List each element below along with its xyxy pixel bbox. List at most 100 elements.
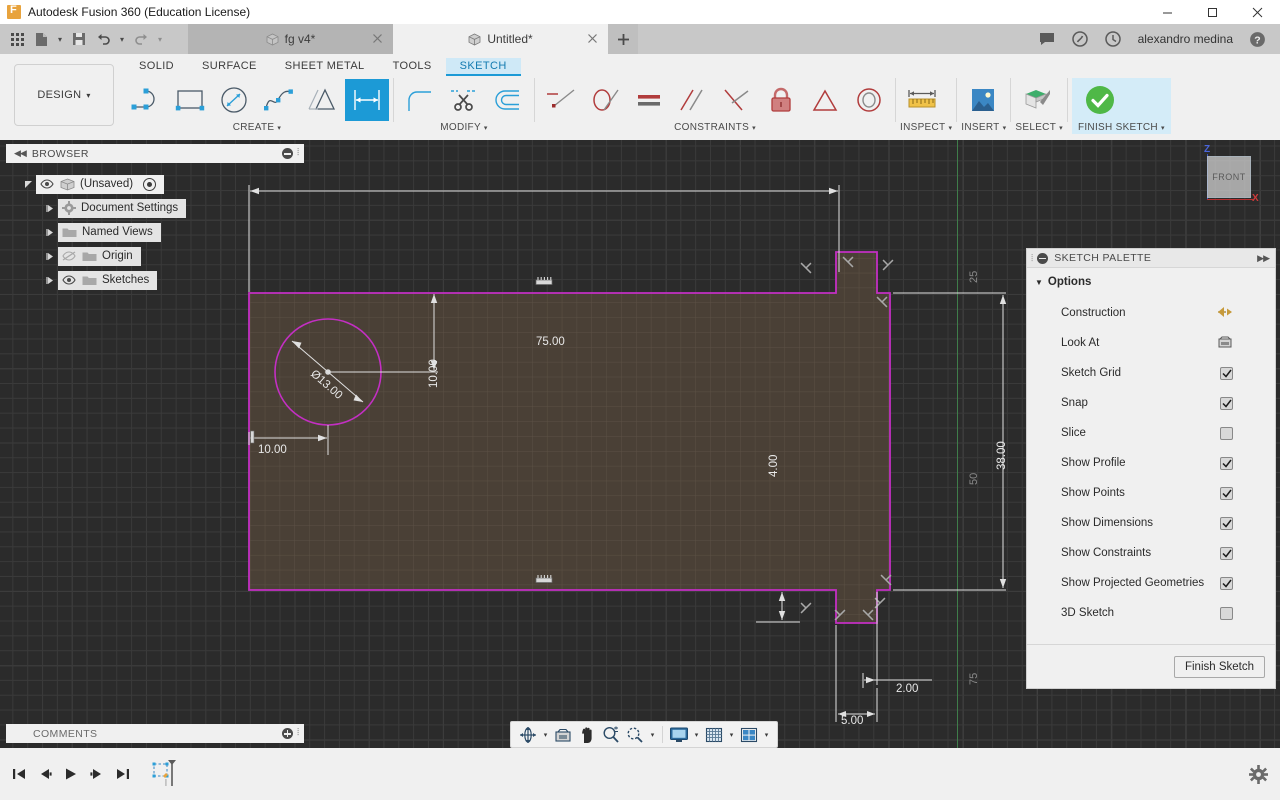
expand-arrow-icon[interactable] bbox=[20, 180, 36, 189]
palette-row-snap[interactable]: Snap bbox=[1027, 388, 1275, 418]
close-icon[interactable] bbox=[585, 31, 600, 46]
dimension-notch-depth[interactable]: 4.00 bbox=[768, 455, 780, 477]
chevron-right-icon[interactable] bbox=[42, 252, 58, 261]
construction-line-icon[interactable] bbox=[1217, 305, 1233, 322]
perpendicular-constraint-icon[interactable] bbox=[715, 79, 759, 121]
tree-item-document-settings[interactable]: Document Settings bbox=[42, 196, 300, 220]
visibility-eye-icon[interactable] bbox=[39, 178, 54, 191]
visibility-eye-off-icon[interactable] bbox=[61, 250, 76, 263]
tree-item-origin[interactable]: Origin bbox=[42, 244, 300, 268]
tab-tools[interactable]: TOOLS bbox=[379, 58, 446, 75]
concentric-constraint-icon[interactable] bbox=[847, 79, 891, 121]
coincident-constraint-icon[interactable] bbox=[539, 79, 583, 121]
look-at-icon[interactable] bbox=[1217, 335, 1233, 352]
palette-row-show-dimensions[interactable]: Show Dimensions bbox=[1027, 508, 1275, 538]
rectangle-icon[interactable] bbox=[169, 79, 213, 121]
show-points-checkbox[interactable] bbox=[1220, 486, 1233, 500]
step-forward-icon[interactable] bbox=[84, 759, 110, 789]
tree-item-sketches[interactable]: Sketches bbox=[42, 268, 300, 292]
finish-sketch-check-icon[interactable] bbox=[1078, 79, 1122, 121]
nav-look-at[interactable] bbox=[551, 722, 575, 747]
chevron-down-icon[interactable]: ▾ bbox=[647, 722, 658, 747]
save-icon[interactable] bbox=[68, 27, 90, 51]
options-section-header[interactable]: ▼ Options bbox=[1027, 268, 1275, 296]
circle-icon[interactable] bbox=[213, 79, 257, 121]
show-profile-checkbox[interactable] bbox=[1220, 456, 1233, 470]
snap-checkbox[interactable] bbox=[1220, 396, 1233, 410]
panel-inspect-title[interactable]: INSPECT ▾ bbox=[900, 122, 952, 134]
orbit-icon[interactable] bbox=[516, 722, 540, 747]
grip-icon[interactable]: ⦙ bbox=[297, 147, 304, 160]
new-file-icon[interactable] bbox=[30, 27, 52, 51]
job-status-icon[interactable] bbox=[1097, 24, 1130, 54]
chevron-right-icon[interactable] bbox=[42, 204, 58, 213]
sketch-feature-icon[interactable] bbox=[152, 758, 180, 790]
comments-header[interactable]: COMMENTS ⦙ bbox=[6, 724, 304, 743]
close-icon[interactable] bbox=[370, 31, 385, 46]
show-projected-geometries-checkbox[interactable] bbox=[1220, 576, 1233, 590]
collinear-constraint-icon[interactable] bbox=[583, 79, 627, 121]
minimize-icon[interactable] bbox=[1145, 0, 1190, 24]
new-file-caret-icon[interactable]: ▾ bbox=[54, 27, 66, 51]
dimension-overall-height[interactable]: 38.00 bbox=[996, 441, 1008, 470]
palette-row-show-profile[interactable]: Show Profile bbox=[1027, 448, 1275, 478]
equal-constraint-icon[interactable] bbox=[627, 79, 671, 121]
settings-gear-icon[interactable] bbox=[1249, 764, 1268, 784]
nav-grid-snaps[interactable]: ▾ bbox=[702, 722, 737, 747]
show-dimensions-checkbox[interactable] bbox=[1220, 516, 1233, 530]
palette-row-show-constraints[interactable]: Show Constraints bbox=[1027, 538, 1275, 568]
midpoint-constraint-icon[interactable] bbox=[803, 79, 847, 121]
play-icon[interactable] bbox=[58, 759, 84, 789]
chevron-right-icon[interactable] bbox=[42, 228, 58, 237]
measure-icon[interactable] bbox=[900, 79, 944, 121]
offset-icon[interactable] bbox=[486, 79, 530, 121]
spline-icon[interactable] bbox=[257, 79, 301, 121]
undo-caret-icon[interactable]: ▾ bbox=[116, 27, 128, 51]
notifications-icon[interactable] bbox=[1064, 24, 1097, 54]
finish-sketch-button[interactable]: Finish Sketch bbox=[1173, 655, 1265, 678]
viewports-icon[interactable] bbox=[737, 722, 761, 747]
collapse-left-icon[interactable]: ◀◀ bbox=[6, 148, 32, 159]
palette-row-show-points[interactable]: Show Points bbox=[1027, 478, 1275, 508]
nav-pan[interactable] bbox=[575, 722, 599, 747]
polygon-icon[interactable] bbox=[301, 79, 345, 121]
workspace-switcher-button[interactable]: DESIGN ▾ bbox=[14, 64, 114, 126]
panel-select-title[interactable]: SELECT ▾ bbox=[1015, 122, 1063, 134]
nav-zoom[interactable] bbox=[599, 722, 623, 747]
zoom-window-icon[interactable] bbox=[623, 722, 647, 747]
palette-row-construction[interactable]: Construction bbox=[1027, 298, 1275, 328]
palette-row-3d-sketch[interactable]: 3D Sketch bbox=[1027, 598, 1275, 628]
panel-modify-title[interactable]: MODIFY ▾ bbox=[398, 122, 530, 134]
viewcube-front-face[interactable]: FRONT bbox=[1207, 156, 1251, 198]
tab-sheet-metal[interactable]: SHEET METAL bbox=[271, 58, 379, 75]
nav-display-settings[interactable]: ▾ bbox=[667, 722, 702, 747]
display-settings-icon[interactable] bbox=[667, 722, 691, 747]
chevron-down-icon[interactable]: ▾ bbox=[761, 722, 772, 747]
palette-row-look-at[interactable]: Look At bbox=[1027, 328, 1275, 358]
chevron-down-icon[interactable]: ▾ bbox=[726, 722, 737, 747]
active-component-radio[interactable] bbox=[143, 177, 157, 191]
palette-row-show-projected-geometries[interactable]: Show Projected Geometries bbox=[1027, 568, 1275, 598]
app-grid-icon[interactable] bbox=[6, 27, 28, 51]
undo-icon[interactable] bbox=[92, 27, 114, 51]
step-back-icon[interactable] bbox=[32, 759, 58, 789]
tab-solid[interactable]: SOLID bbox=[125, 58, 188, 75]
look-at-icon[interactable] bbox=[551, 722, 575, 747]
palette-row-slice[interactable]: Slice bbox=[1027, 418, 1275, 448]
help-icon[interactable]: ? bbox=[1241, 24, 1274, 54]
tree-item-named-views[interactable]: Named Views bbox=[42, 220, 300, 244]
dimension-circle-center-from-top[interactable]: 10.00 bbox=[428, 359, 440, 388]
zoom-icon[interactable] bbox=[599, 722, 623, 747]
trim-icon[interactable] bbox=[442, 79, 486, 121]
dimension-notch-width[interactable]: 5.00 bbox=[841, 715, 863, 727]
sketch-grid-checkbox[interactable] bbox=[1220, 366, 1233, 380]
comments-icon[interactable] bbox=[1031, 24, 1064, 54]
dimension-overall-width[interactable]: 75.00 bbox=[536, 336, 565, 348]
nav-orbit[interactable]: ▾ bbox=[516, 722, 551, 747]
maximize-icon[interactable] bbox=[1190, 0, 1235, 24]
fix-constraint-icon[interactable] bbox=[759, 79, 803, 121]
palette-row-sketch-grid[interactable]: Sketch Grid bbox=[1027, 358, 1275, 388]
insert-image-icon[interactable] bbox=[961, 79, 1005, 121]
dimension-circle-center-from-left[interactable]: 10.00 bbox=[258, 444, 287, 456]
pan-icon[interactable] bbox=[575, 722, 599, 747]
